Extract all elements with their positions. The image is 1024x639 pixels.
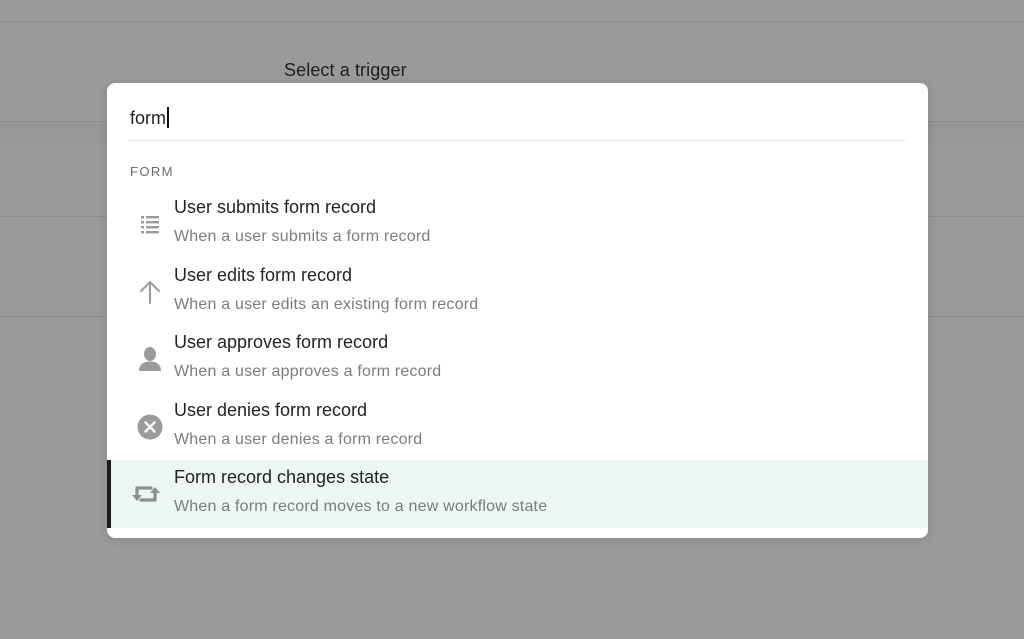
trigger-title: User approves form record: [174, 332, 389, 352]
trigger-title: User submits form record: [174, 197, 377, 217]
search-bar: [129, 83, 906, 141]
trigger-title: User edits form record: [174, 264, 353, 285]
repeat-icon: [131, 480, 161, 508]
trigger-title: Form record changes state: [174, 467, 390, 487]
trigger-title: User denies form record: [174, 399, 368, 420]
trigger-description: When a form record moves to a new workfl…: [174, 498, 548, 515]
text-caret: [167, 107, 169, 128]
section-label-form: FORM: [130, 164, 174, 179]
trigger-description: When a user edits an existing form recor…: [174, 295, 479, 313]
trigger-list: User submits form record When a user sub…: [107, 190, 928, 528]
trigger-item-user-denies[interactable]: User denies form record When a user deni…: [107, 393, 928, 461]
trigger-picker-modal: FORM User submits form record When a use…: [107, 83, 928, 538]
user-icon: [135, 345, 165, 373]
trigger-description: When a user submits a form record: [174, 228, 431, 245]
trigger-item-user-approves[interactable]: User approves form record When a user ap…: [107, 325, 928, 393]
header-divider: [0, 21, 1024, 22]
trigger-description: When a user denies a form record: [174, 430, 423, 448]
trigger-description: When a user approves a form record: [174, 363, 442, 380]
arrow-up-icon: [135, 278, 165, 306]
search-input[interactable]: [129, 105, 906, 131]
trigger-item-user-submits[interactable]: User submits form record When a user sub…: [107, 190, 928, 258]
trigger-item-user-edits[interactable]: User edits form record When a user edits…: [107, 258, 928, 326]
trigger-item-record-changes-state[interactable]: Form record changes state When a form re…: [107, 460, 928, 528]
list-icon: [135, 210, 165, 238]
close-circle-icon: [135, 413, 165, 441]
page-heading: Select a trigger: [284, 60, 407, 80]
